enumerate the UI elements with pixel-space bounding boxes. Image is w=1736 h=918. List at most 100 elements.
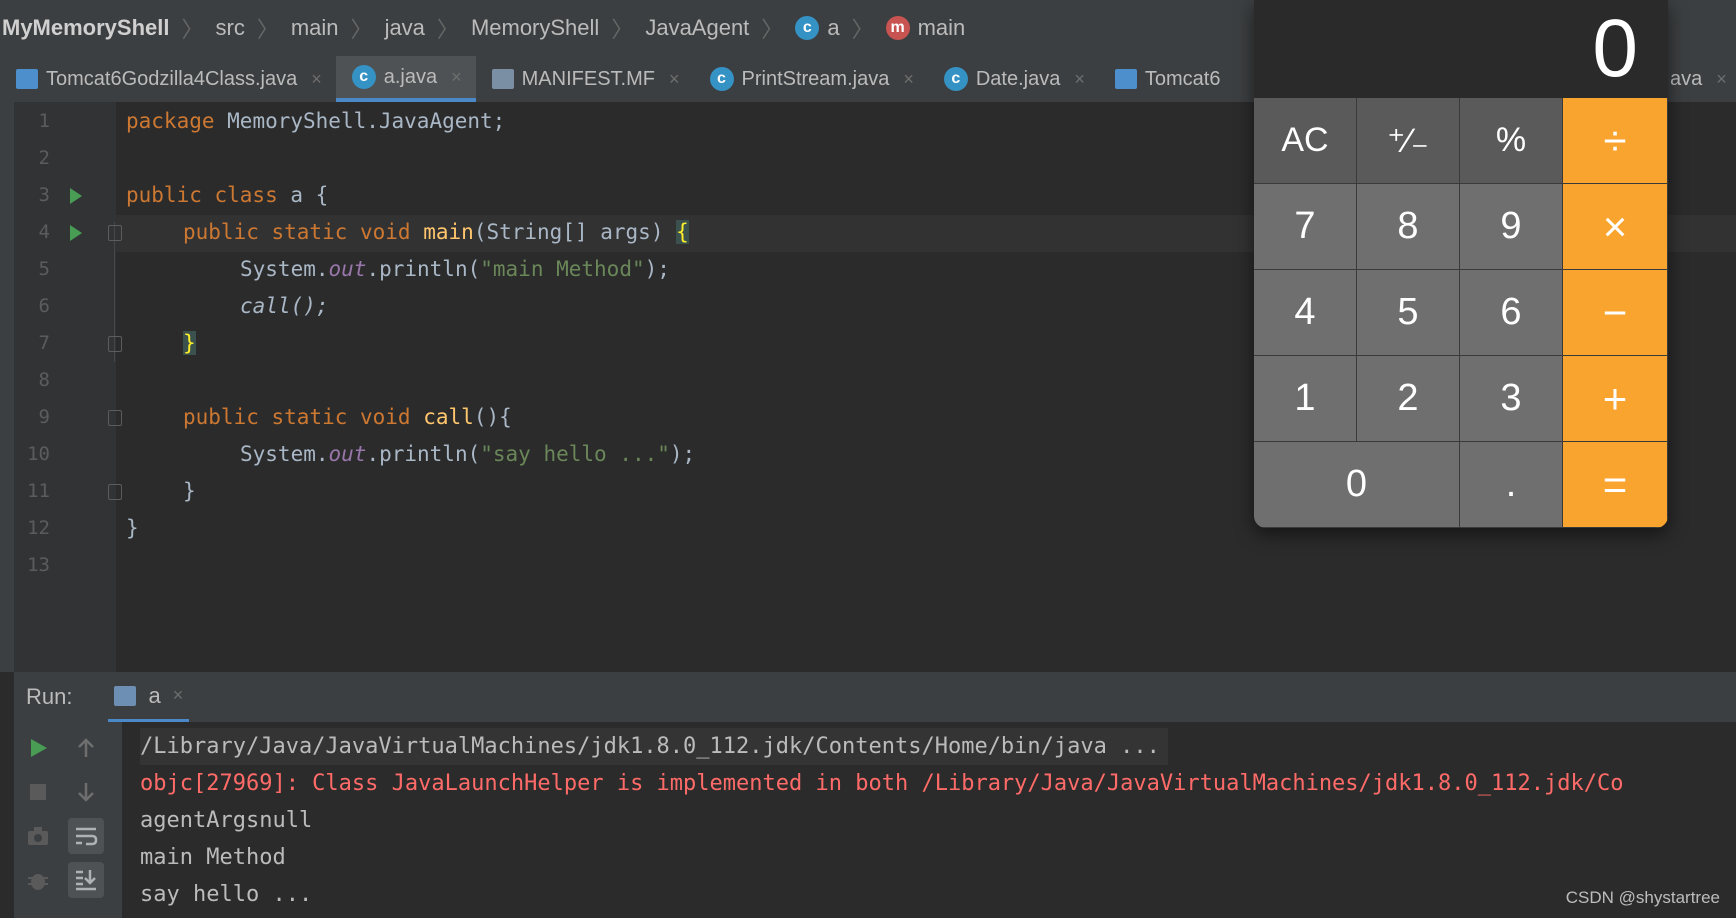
console-line: say hello ...: [140, 882, 313, 907]
code-text: System.out.println("main Method");: [240, 257, 670, 281]
tab-a-java[interactable]: c a.java ×: [335, 56, 476, 102]
soft-wrap-icon: [76, 827, 98, 846]
decimal-button[interactable]: .: [1460, 442, 1563, 528]
fold-icon[interactable]: [108, 336, 122, 352]
tab-printstream-java[interactable]: c PrintStream.java ×: [694, 56, 928, 102]
tab-manifest-mf[interactable]: MANIFEST.MF ×: [476, 56, 694, 102]
close-icon[interactable]: ×: [903, 69, 914, 90]
digit-4-button[interactable]: 4: [1254, 270, 1357, 356]
fold-icon[interactable]: [108, 484, 122, 500]
line-number: 5: [38, 258, 50, 280]
console-line: /Library/Java/JavaVirtualMachines/jdk1.8…: [140, 728, 1168, 765]
manifest-file-icon: [491, 69, 514, 89]
tab-label: Tomcat6: [1144, 67, 1221, 90]
plus-button[interactable]: +: [1563, 356, 1668, 442]
fold-icon[interactable]: [108, 225, 122, 241]
code-text: }: [183, 479, 196, 503]
scroll-to-end-button[interactable]: [68, 862, 104, 898]
breadcrumb-separator: 〉: [256, 17, 279, 42]
line-number: 8: [38, 369, 50, 391]
digit-0-button[interactable]: 0: [1254, 442, 1460, 528]
close-icon[interactable]: ×: [669, 69, 680, 90]
code-line-13: 13: [0, 547, 1736, 584]
watermark: CSDN @shystartree: [1565, 888, 1720, 907]
breadcrumb-class-label: a: [827, 15, 840, 40]
close-icon[interactable]: ×: [1074, 69, 1085, 90]
breadcrumb-method-main[interactable]: m main: [885, 15, 966, 41]
breadcrumb-separator: 〉: [181, 17, 204, 42]
digit-1-button[interactable]: 1: [1254, 356, 1357, 442]
run-gutter-icon[interactable]: [70, 188, 82, 204]
code-text: }: [183, 331, 196, 355]
clear-button[interactable]: AC: [1254, 98, 1357, 184]
line-number: 4: [38, 221, 50, 243]
screenshot-button[interactable]: [20, 818, 56, 854]
digit-9-button[interactable]: 9: [1460, 184, 1563, 270]
run-toolbar: [14, 722, 122, 918]
tab-date-java[interactable]: c Date.java ×: [928, 56, 1099, 102]
line-number: 9: [38, 406, 50, 428]
fold-icon[interactable]: [108, 410, 122, 426]
breadcrumb-javaagent[interactable]: JavaAgent: [645, 15, 749, 41]
tab-label: a.java: [383, 65, 438, 88]
tab-label: Date.java: [975, 67, 1061, 90]
console-line: objc[27969]: Class JavaLaunchHelper is i…: [140, 771, 1624, 796]
tab-tomcat6godzilla4class[interactable]: Tomcat6Godzilla4Class.java ×: [0, 56, 336, 102]
line-number: 10: [27, 443, 50, 465]
digit-6-button[interactable]: 6: [1460, 270, 1563, 356]
plus-minus-button[interactable]: ⁺∕₋: [1357, 98, 1460, 184]
line-number: 6: [38, 295, 50, 317]
divide-button[interactable]: ÷: [1563, 98, 1668, 184]
camera-icon: [28, 827, 48, 845]
code-text: call();: [240, 294, 329, 318]
code-text: package MemoryShell.JavaAgent;: [126, 109, 506, 133]
breadcrumb-memoryshell[interactable]: MemoryShell: [471, 15, 599, 41]
rerun-button[interactable]: [20, 730, 56, 766]
breadcrumb-separator: 〉: [611, 17, 634, 42]
jar-file-icon: [1114, 69, 1137, 89]
close-icon[interactable]: ×: [451, 67, 462, 88]
percent-button[interactable]: %: [1460, 98, 1563, 184]
run-tab-a[interactable]: a ×: [108, 672, 190, 722]
calculator-display: 0: [1254, 0, 1668, 98]
breadcrumb-project[interactable]: MyMemoryShell: [2, 15, 170, 41]
digit-8-button[interactable]: 8: [1357, 184, 1460, 270]
soft-wrap-button[interactable]: [68, 818, 104, 854]
breadcrumb-separator: 〉: [761, 17, 784, 42]
class-icon: c: [795, 16, 820, 40]
breadcrumb-src[interactable]: src: [216, 15, 245, 41]
debug-button[interactable]: [20, 862, 56, 898]
tab-label: Tomcat6Godzilla4Class.java: [46, 67, 298, 90]
run-label: Run:: [26, 684, 73, 709]
breadcrumb-separator: 〉: [436, 17, 459, 42]
scroll-up-button[interactable]: [68, 730, 104, 766]
console-output[interactable]: /Library/Java/JavaVirtualMachines/jdk1.8…: [122, 722, 1736, 918]
equals-button[interactable]: =: [1563, 442, 1668, 528]
line-number: 3: [38, 184, 50, 206]
digit-3-button[interactable]: 3: [1460, 356, 1563, 442]
breadcrumb-java[interactable]: java: [385, 15, 425, 41]
scroll-down-button[interactable]: [68, 774, 104, 810]
java-class-icon: c: [709, 67, 734, 91]
java-class-icon: c: [351, 65, 376, 89]
console-icon: [114, 685, 137, 706]
multiply-button[interactable]: ×: [1563, 184, 1668, 270]
arrow-down-icon: [78, 783, 94, 802]
minus-button[interactable]: −: [1563, 270, 1668, 356]
run-gutter-icon[interactable]: [70, 225, 82, 241]
close-icon[interactable]: ×: [1716, 69, 1727, 90]
stop-button[interactable]: [20, 774, 56, 810]
line-number: 11: [27, 480, 50, 502]
line-number: 12: [27, 517, 50, 539]
tab-tomcat6-truncated[interactable]: Tomcat6: [1099, 56, 1235, 102]
digit-7-button[interactable]: 7: [1254, 184, 1357, 270]
stop-icon: [30, 784, 46, 800]
breadcrumb-method-label: main: [917, 15, 966, 40]
breadcrumb-main[interactable]: main: [291, 15, 339, 41]
close-icon[interactable]: ×: [173, 685, 184, 706]
breadcrumb-class-a[interactable]: c a: [795, 15, 840, 41]
digit-5-button[interactable]: 5: [1357, 270, 1460, 356]
digit-2-button[interactable]: 2: [1357, 356, 1460, 442]
line-number: 7: [38, 332, 50, 354]
close-icon[interactable]: ×: [311, 69, 322, 90]
